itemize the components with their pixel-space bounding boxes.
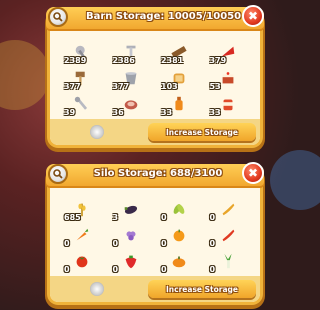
- barn-item-count: 36: [112, 108, 124, 117]
- barn-item-wrench[interactable]: 39: [58, 91, 107, 117]
- barn-item-count: 53: [209, 82, 221, 91]
- silo-item-count: 0: [209, 265, 216, 274]
- close-icon[interactable]: ✖: [242, 5, 264, 27]
- silo-item-grape[interactable]: 0: [107, 222, 156, 248]
- barn-item-tomato-slice[interactable]: 379: [204, 39, 253, 65]
- close-icon[interactable]: ✖: [242, 162, 264, 184]
- silo-item-pumpkin[interactable]: 0: [155, 248, 204, 274]
- barn-item-plank[interactable]: 2381: [155, 39, 204, 65]
- background-blob: [0, 40, 50, 110]
- orange-icon: [173, 229, 185, 242]
- silo-item-green-beans[interactable]: 0: [155, 196, 204, 222]
- barn-item-nail[interactable]: 2386: [107, 39, 156, 65]
- barn-item-count: 377: [64, 82, 81, 91]
- eggplant-icon: [124, 205, 137, 214]
- silo-item-count: 0: [209, 239, 216, 248]
- barn-title: Barn Storage: 10005/10050: [86, 11, 242, 22]
- barn-item-bucket[interactable]: 377: [107, 65, 156, 91]
- chili-pepper-icon: [222, 203, 235, 216]
- silo-item-orange[interactable]: 0: [155, 222, 204, 248]
- barn-item-count: 33: [161, 108, 173, 117]
- silo-item-count: 0: [161, 265, 167, 274]
- silo-item-count: 0: [161, 239, 167, 248]
- barn-item-mallet[interactable]: 377: [58, 65, 107, 91]
- silo-item-count: 3: [112, 213, 119, 222]
- barn-item-count: 33: [209, 108, 221, 117]
- silo-items-grid: 685 3 0 0 0 0 0 0 0 0 0 0: [58, 196, 252, 274]
- barn-item-count: 2389: [64, 56, 87, 65]
- barn-item-bolt[interactable]: 2389: [58, 39, 107, 65]
- silo-increase-storage-button[interactable]: Increase Storage: [148, 280, 256, 298]
- barn-items-grid: 2389 2386 2381 379 377 377 103 53 39 36 …: [58, 39, 252, 117]
- silo-item-eggplant[interactable]: 3: [107, 196, 156, 222]
- barn-item-soup-jar[interactable]: 33: [204, 91, 253, 117]
- barn-item-toast[interactable]: 103: [155, 65, 204, 91]
- carrot-icon: [76, 228, 89, 241]
- silo-item-count: 0: [161, 213, 167, 222]
- barn-item-count: 377: [112, 82, 130, 91]
- leek-icon: [224, 253, 232, 269]
- barn-increase-storage-button[interactable]: Increase Storage: [148, 123, 256, 141]
- silo-title: Silo Storage: 688/3100: [93, 168, 223, 179]
- grape-icon: [126, 231, 136, 241]
- barn-footer: Increase Storage: [50, 119, 260, 145]
- soup-jar-icon: [223, 99, 233, 111]
- silo-item-carrot[interactable]: 0: [58, 222, 107, 248]
- silo-storage-panel: Silo Storage: 688/3100 ✖ 685 3 0 0 0 0 0…: [46, 162, 264, 302]
- silo-item-count: 0: [112, 265, 119, 274]
- silo-item-wheat[interactable]: 685: [58, 196, 107, 222]
- medal-icon: [90, 125, 104, 139]
- silo-header: Silo Storage: 688/3100 ✖: [46, 162, 264, 188]
- barn-item-cake[interactable]: 53: [204, 65, 253, 91]
- search-icon[interactable]: [48, 164, 68, 184]
- silo-item-tomato[interactable]: 0: [58, 248, 107, 274]
- silo-item-count: 0: [209, 213, 216, 222]
- steak-icon: [124, 100, 138, 110]
- juice-bottle-icon: [175, 96, 183, 111]
- cake-icon: [222, 72, 234, 84]
- tomato-icon: [76, 256, 88, 268]
- background-blob: [270, 150, 320, 210]
- silo-item-strawberry[interactable]: 0: [107, 248, 156, 274]
- silo-footer: Increase Storage: [50, 276, 260, 302]
- silo-item-red-pepper[interactable]: 0: [204, 222, 253, 248]
- silo-item-count: 0: [64, 265, 70, 274]
- silo-item-chili-pepper[interactable]: 0: [204, 196, 253, 222]
- barn-item-count: 2386: [112, 56, 135, 65]
- barn-item-count: 39: [64, 108, 76, 117]
- wrench-icon: [75, 96, 88, 110]
- barn-header: Barn Storage: 10005/10050 ✖: [46, 5, 264, 31]
- green-beans-icon: [173, 204, 185, 214]
- medal-icon: [90, 282, 104, 296]
- barn-item-steak[interactable]: 36: [107, 91, 156, 117]
- strawberry-icon: [125, 255, 137, 269]
- barn-storage-panel: Barn Storage: 10005/10050 ✖ 2389 2386 23…: [46, 5, 264, 145]
- silo-item-leek[interactable]: 0: [204, 248, 253, 274]
- barn-item-count: 2381: [161, 56, 184, 65]
- silo-item-count: 0: [112, 239, 119, 248]
- barn-item-juice-bottle[interactable]: 33: [155, 91, 204, 117]
- red-pepper-icon: [222, 229, 235, 242]
- barn-item-count: 103: [161, 82, 178, 91]
- barn-item-count: 379: [209, 56, 227, 65]
- pumpkin-icon: [172, 256, 186, 268]
- search-icon[interactable]: [48, 7, 68, 27]
- silo-item-count: 0: [64, 239, 70, 248]
- silo-item-count: 685: [64, 213, 81, 222]
